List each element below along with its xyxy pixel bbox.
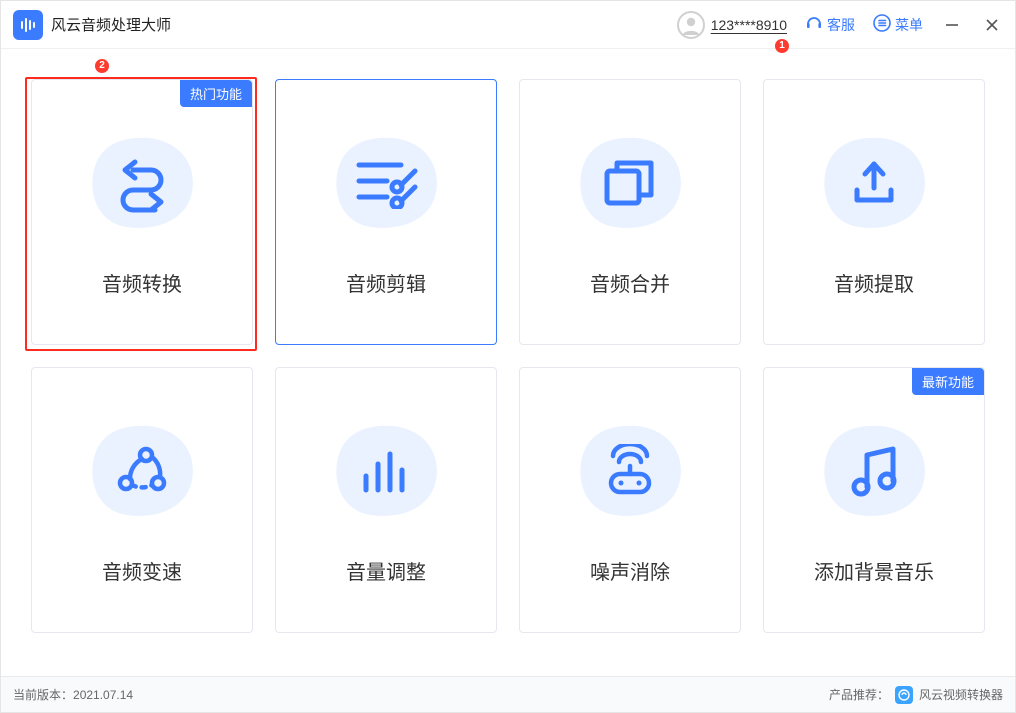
convert-icon [82, 128, 202, 238]
card-add-bgm[interactable]: 最新功能 添加背景音乐 [763, 367, 985, 633]
card-label: 音频转换 [102, 268, 182, 297]
speed-icon [82, 416, 202, 526]
user-cluster[interactable]: 123****8910 1 [677, 11, 787, 39]
noise-icon [570, 416, 690, 526]
card-label: 音量调整 [346, 556, 426, 585]
volume-icon [326, 416, 446, 526]
card-audio-speed[interactable]: 音频变速 [31, 367, 253, 633]
feature-grid: 热门功能 音频转换 音频剪辑 [29, 79, 987, 633]
card-audio-convert[interactable]: 热门功能 音频转换 [31, 79, 253, 345]
tag-hot: 热门功能 [180, 80, 252, 107]
avatar-icon [677, 11, 705, 39]
content-area: 2 热门功能 音频转换 音频剪辑 [1, 49, 1015, 676]
card-label: 音频提取 [834, 268, 914, 297]
footer-bar: 当前版本： 2021.07.14 产品推荐： 风云视频转换器 [1, 676, 1015, 712]
titlebar-right: 123****8910 1 客服 菜单 [677, 11, 1003, 39]
app-logo-icon [13, 10, 43, 40]
merge-icon [570, 128, 690, 238]
close-button[interactable] [981, 14, 1003, 36]
headset-icon [805, 14, 823, 35]
menu-label: 菜单 [895, 15, 923, 35]
card-volume[interactable]: 音量调整 [275, 367, 497, 633]
recommend-logo-icon [895, 686, 913, 704]
recommend-product-link[interactable]: 风云视频转换器 [919, 686, 1003, 703]
tag-new: 最新功能 [912, 368, 984, 395]
extract-icon [814, 128, 934, 238]
music-icon [814, 416, 934, 526]
card-label: 音频变速 [102, 556, 182, 585]
recommend-label: 产品推荐： [829, 686, 889, 703]
version-label: 当前版本： [13, 686, 73, 703]
menu-list-icon [873, 14, 891, 35]
card-noise-remove[interactable]: 噪声消除 [519, 367, 741, 633]
card-audio-cut[interactable]: 音频剪辑 [275, 79, 497, 345]
card-label: 噪声消除 [590, 556, 670, 585]
menu-link[interactable]: 菜单 [873, 14, 923, 35]
minimize-button[interactable] [941, 14, 963, 36]
annotation-badge-2: 2 [95, 59, 109, 73]
cut-icon [326, 128, 446, 238]
app-title: 风云音频处理大师 [51, 14, 171, 35]
card-audio-extract[interactable]: 音频提取 [763, 79, 985, 345]
support-link[interactable]: 客服 [805, 14, 855, 35]
version-value: 2021.07.14 [73, 688, 133, 702]
card-label: 音频合并 [590, 268, 670, 297]
support-label: 客服 [827, 15, 855, 35]
title-bar: 风云音频处理大师 123****8910 1 客服 菜单 [1, 1, 1015, 49]
app-window: 风云音频处理大师 123****8910 1 客服 菜单 [0, 0, 1016, 713]
card-label: 音频剪辑 [346, 268, 426, 297]
card-audio-merge[interactable]: 音频合并 [519, 79, 741, 345]
card-label: 添加背景音乐 [814, 556, 934, 585]
user-id-link[interactable]: 123****8910 [711, 17, 787, 33]
